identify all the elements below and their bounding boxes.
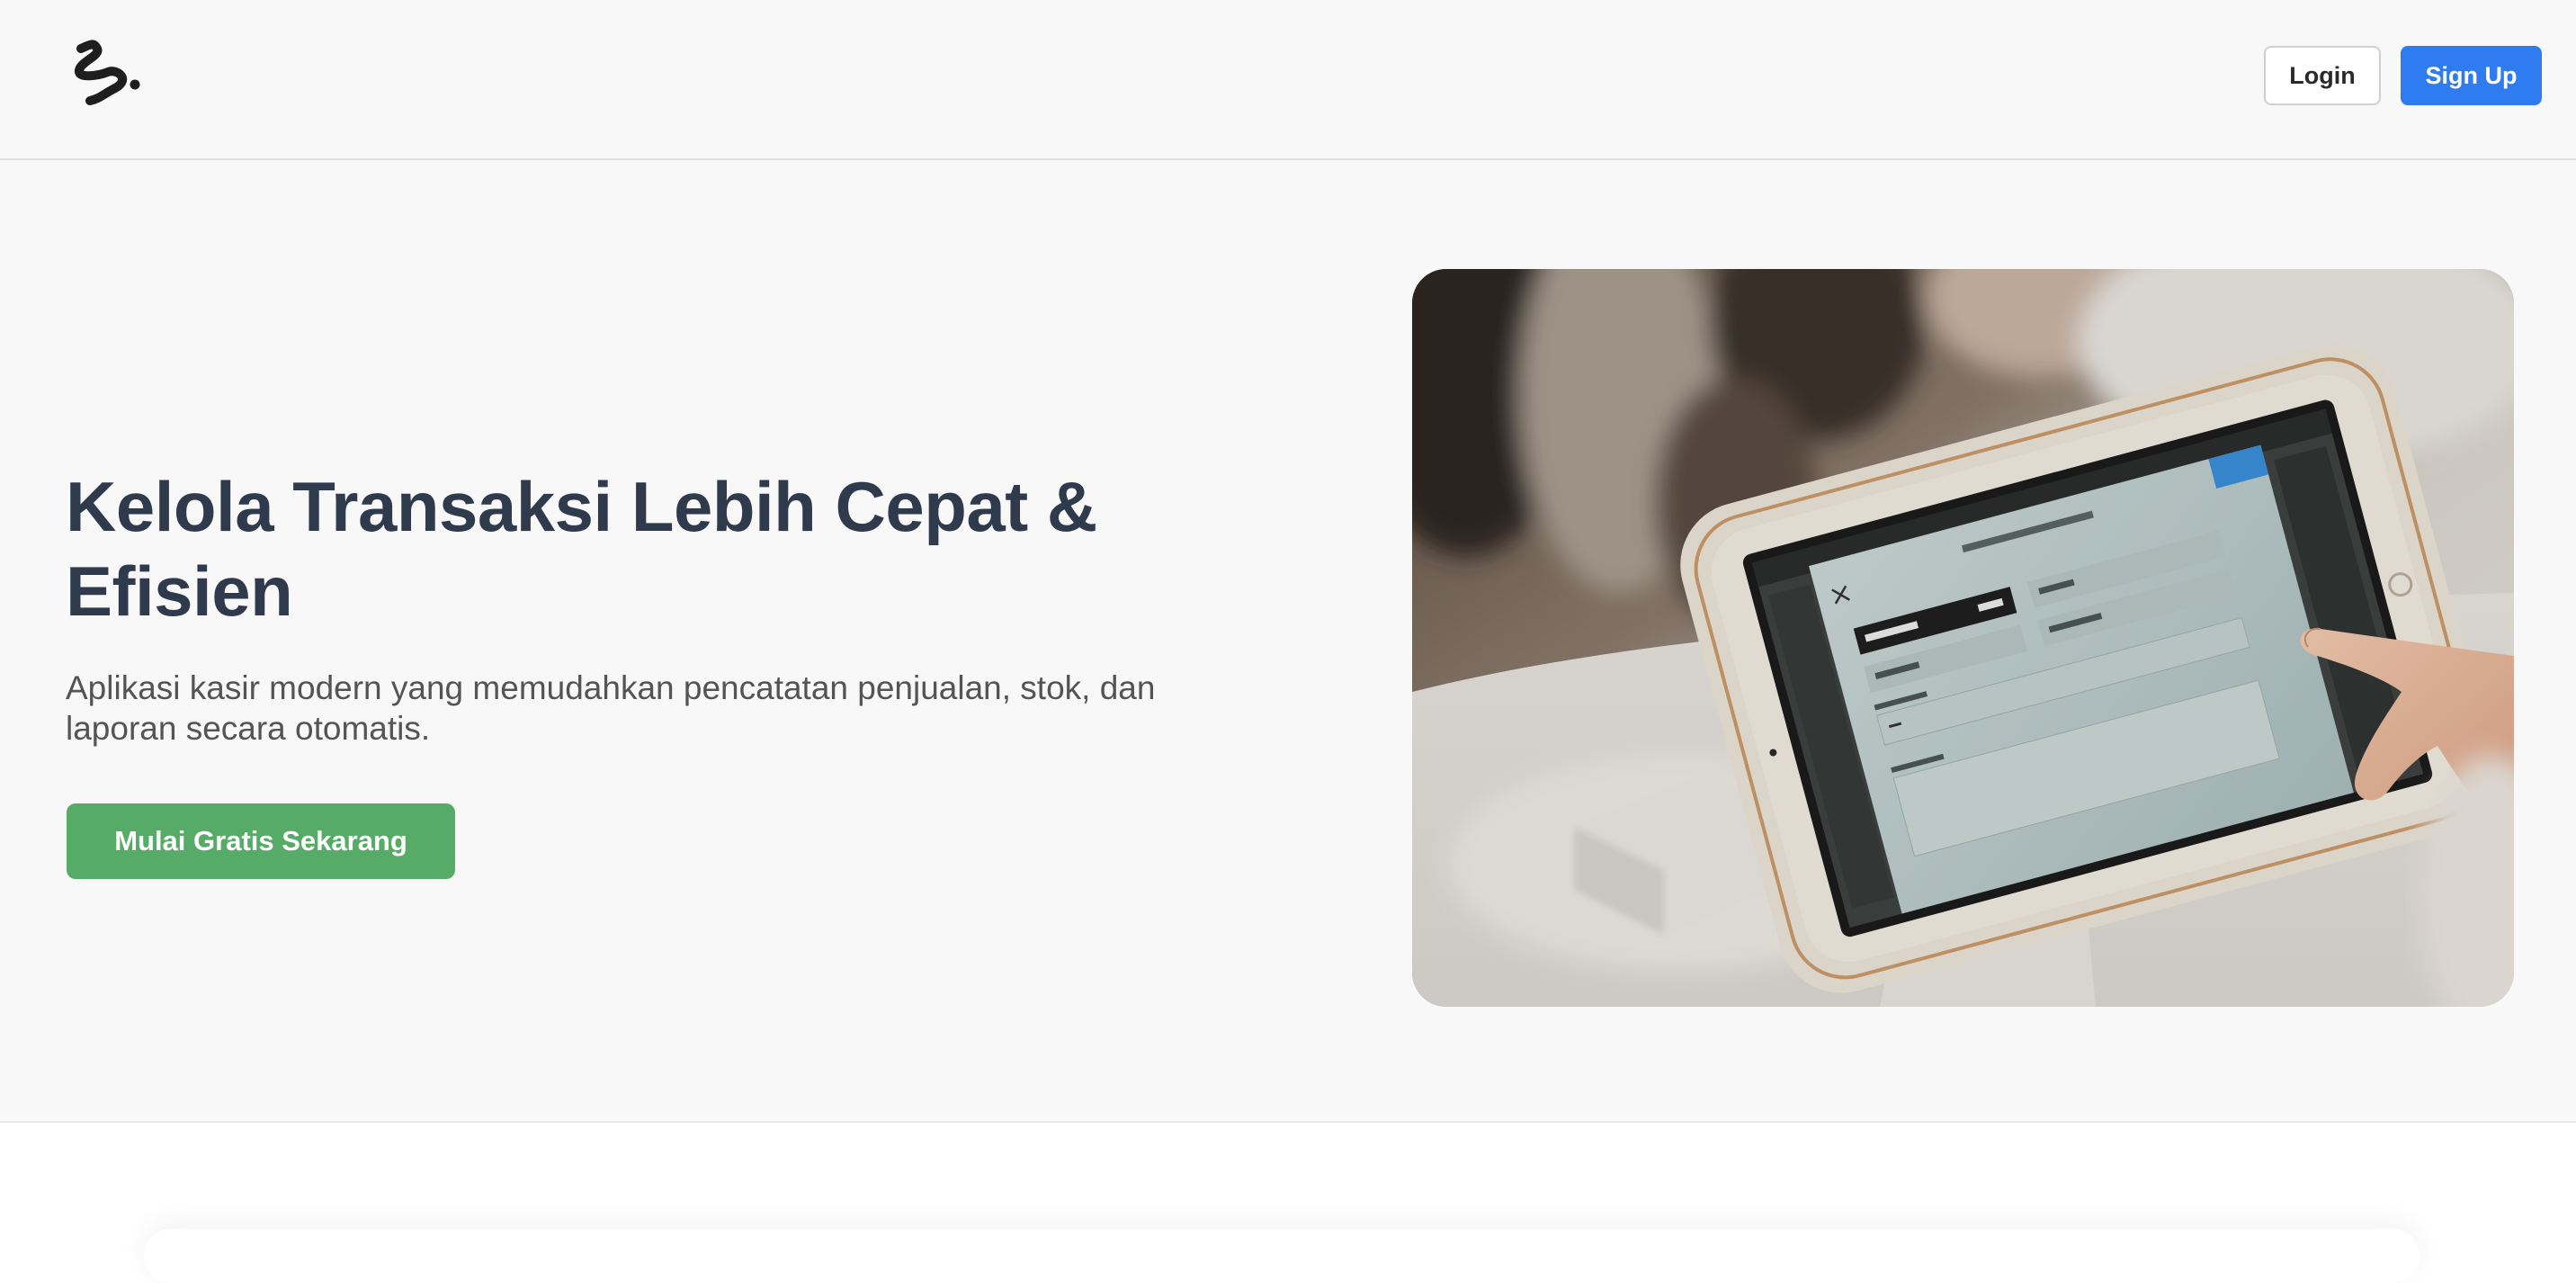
brand-logo-icon[interactable] <box>67 36 148 117</box>
top-navigation-bar: Login Sign Up <box>0 0 2576 160</box>
sign-up-button[interactable]: Sign Up <box>2401 46 2542 105</box>
features-section <box>0 1123 2576 1256</box>
feature-card-container <box>144 1229 2419 1283</box>
hero-title: Kelola Transaksi Lebih Cepat & Efisien <box>66 467 1097 631</box>
hero-subtitle: Aplikasi kasir modern yang memudahkan pe… <box>66 669 1156 747</box>
pos-tablet-illustration <box>1412 269 2514 1007</box>
hero-pos-tablet-photo <box>1412 269 2514 1007</box>
login-button[interactable]: Login <box>2264 46 2381 105</box>
hero-section: Kelola Transaksi Lebih Cepat & Efisien A… <box>0 160 2576 1123</box>
start-free-cta-button[interactable]: Mulai Gratis Sekarang <box>67 803 455 879</box>
